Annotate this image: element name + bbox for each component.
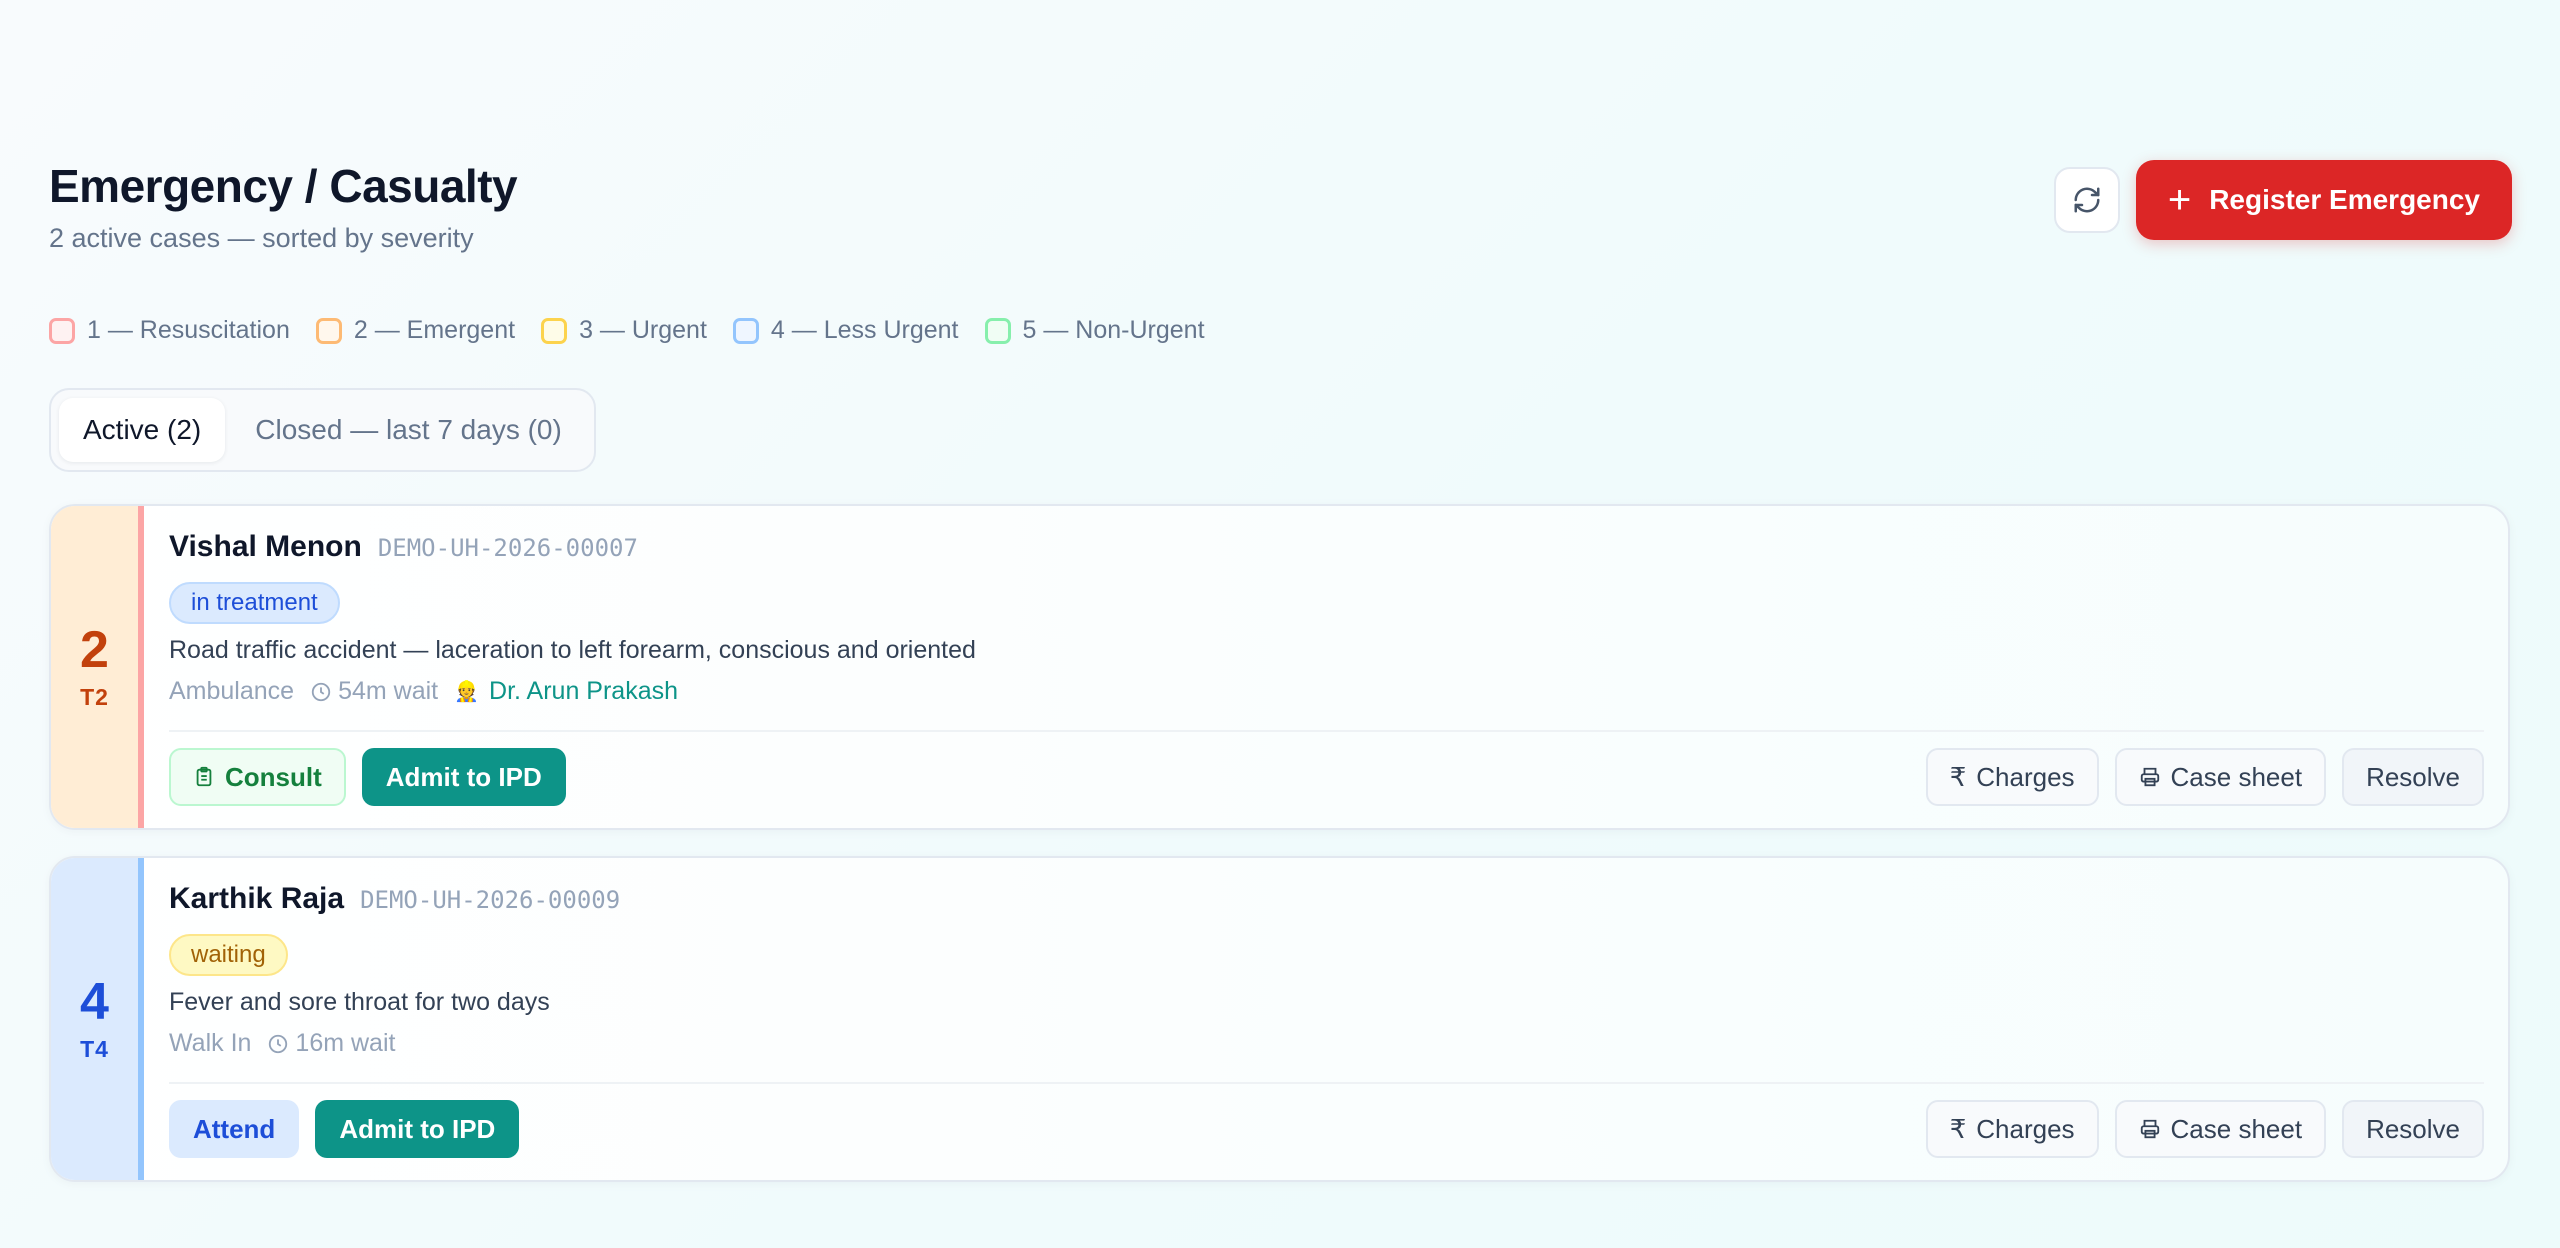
resolve-button[interactable]: Resolve	[2342, 748, 2484, 806]
patient-id: DEMO-UH-2026-00007	[377, 534, 638, 562]
refresh-icon	[2074, 187, 2100, 213]
status-badge: waiting	[169, 934, 288, 976]
printer-icon	[2140, 767, 2159, 787]
legend-item-less-urgent: 4 — Less Urgent	[732, 316, 959, 345]
case-tabs: Active (2) Closed — last 7 days (0)	[49, 388, 596, 472]
case-actions: Consult Admit to IPD ₹ Charges Case shee…	[169, 748, 2484, 806]
legend-item-urgent: 3 — Urgent	[541, 316, 707, 345]
consult-button[interactable]: Consult	[169, 748, 346, 806]
admit-ipd-button[interactable]: Admit to IPD	[361, 748, 566, 806]
doctor-name: Dr. Arun Prakash	[489, 677, 679, 705]
triage-tag: T2	[80, 683, 109, 710]
attend-button[interactable]: Attend	[169, 1100, 300, 1158]
resolve-button[interactable]: Resolve	[2342, 1100, 2484, 1158]
wait-time-label: 54m wait	[338, 677, 439, 705]
status-badge: in treatment	[169, 582, 340, 624]
case-meta: Ambulance 54m wait 👷 Dr. Arun Prakash	[169, 677, 2484, 706]
wait-time-label: 16m wait	[295, 1029, 396, 1057]
chief-complaint: Fever and sore throat for two days	[169, 988, 550, 1016]
severity-indicator: 4 T4	[51, 858, 144, 1180]
case-sheet-label: Case sheet	[2170, 1113, 2303, 1144]
page-header: Emergency / Casualty 2 active cases — so…	[49, 160, 518, 254]
page-title: Emergency / Casualty	[49, 160, 518, 212]
admit-ipd-button[interactable]: Admit to IPD	[315, 1100, 520, 1158]
rupee-icon: ₹	[1949, 1113, 1967, 1144]
legend-label: 1 — Resuscitation	[87, 316, 290, 344]
tab-closed[interactable]: Closed — last 7 days (0)	[231, 398, 586, 462]
legend-item-emergent: 2 — Emergent	[315, 316, 516, 345]
page-subtitle: 2 active cases — sorted by severity	[49, 222, 474, 253]
legend-label: 3 — Urgent	[579, 316, 707, 344]
clipboard-icon	[196, 766, 212, 787]
charges-label: Charges	[1976, 1113, 2075, 1144]
chief-complaint: Road traffic accident — laceration to le…	[169, 636, 976, 664]
case-card: 2 T2 Vishal Menon DEMO-UH-2026-00007 in …	[49, 504, 2510, 830]
clock-icon	[269, 1034, 288, 1053]
case-sheet-button[interactable]: Case sheet	[2114, 1100, 2327, 1158]
arrival-mode: Ambulance	[169, 677, 295, 705]
case-sheet-label: Case sheet	[2170, 761, 2303, 792]
refresh-button[interactable]	[2053, 167, 2120, 233]
printer-icon	[2140, 1119, 2159, 1139]
rupee-icon: ₹	[1949, 761, 1967, 792]
charges-label: Charges	[1976, 761, 2075, 792]
doctor-icon: 👷	[454, 681, 480, 703]
charges-button[interactable]: ₹ Charges	[1925, 1100, 2099, 1158]
legend-item-resuscitation: 1 — Resuscitation	[49, 316, 290, 345]
case-sheet-button[interactable]: Case sheet	[2114, 748, 2327, 806]
register-emergency-button[interactable]: + Register Emergency	[2135, 160, 2512, 240]
arrival-mode: Walk In	[169, 1029, 252, 1057]
wait-time: 16m wait	[267, 1029, 395, 1058]
legend-label: 5 — Non-Urgent	[1022, 316, 1205, 344]
legend-swatch	[49, 317, 75, 344]
clock-icon	[311, 682, 331, 701]
divider	[169, 1082, 2484, 1084]
divider	[169, 730, 2484, 732]
assigned-doctor: 👷 Dr. Arun Prakash	[454, 677, 678, 706]
patient-id: DEMO-UH-2026-00009	[360, 886, 621, 914]
wait-time: 54m wait	[310, 677, 438, 706]
consult-label: Consult	[225, 761, 322, 792]
plus-icon: +	[2167, 178, 2192, 222]
patient-name[interactable]: Karthik Raja	[169, 882, 344, 916]
case-body: Karthik Raja DEMO-UH-2026-00009 waiting …	[144, 858, 2508, 1180]
legend-swatch	[984, 317, 1011, 344]
case-actions: Attend Admit to IPD ₹ Charges Case sheet…	[169, 1100, 2484, 1158]
legend-swatch	[732, 317, 759, 344]
severity-level: 4	[80, 972, 109, 1031]
charges-button[interactable]: ₹ Charges	[1925, 748, 2099, 806]
severity-indicator: 2 T2	[51, 506, 144, 828]
legend-item-non-urgent: 5 — Non-Urgent	[984, 316, 1205, 345]
case-card: 4 T4 Karthik Raja DEMO-UH-2026-00009 wai…	[49, 856, 2510, 1182]
legend-label: 2 — Emergent	[353, 316, 516, 344]
legend-swatch	[541, 317, 568, 344]
case-meta: Walk In 16m wait	[169, 1029, 2484, 1058]
triage-tag: T4	[80, 1035, 109, 1062]
legend-swatch	[315, 317, 342, 344]
case-body: Vishal Menon DEMO-UH-2026-00007 in treat…	[144, 506, 2508, 828]
patient-name[interactable]: Vishal Menon	[169, 530, 362, 564]
tab-active[interactable]: Active (2)	[59, 398, 226, 462]
register-emergency-label: Register Emergency	[2209, 184, 2480, 215]
legend-label: 4 — Less Urgent	[770, 316, 959, 344]
severity-level: 2	[80, 620, 109, 679]
severity-legend: 1 — Resuscitation 2 — Emergent 3 — Urgen…	[49, 316, 1205, 345]
header-actions: + Register Emergency	[2053, 160, 2512, 240]
